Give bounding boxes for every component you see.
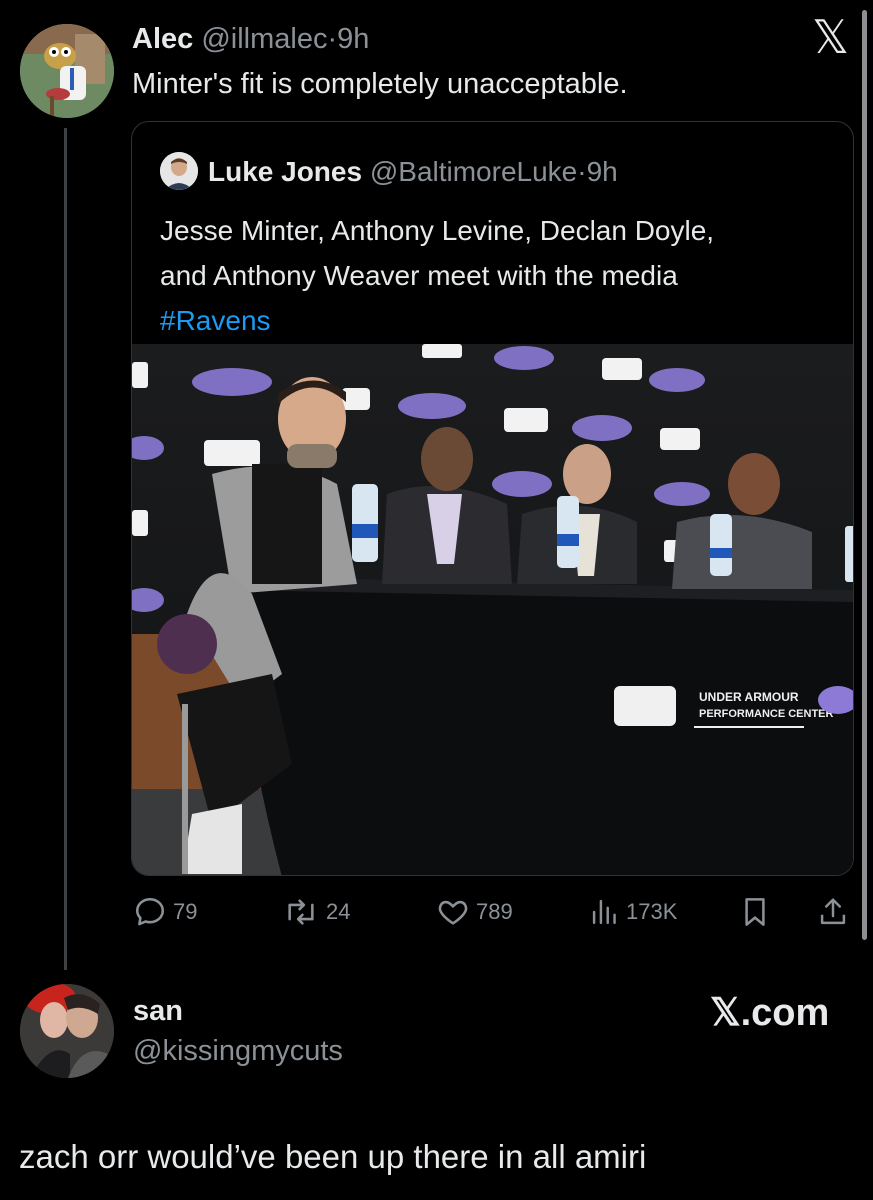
avatar-alec[interactable]: [20, 24, 114, 118]
tweet-header: Alec @illmalec·9h: [132, 23, 369, 56]
x-com-watermark: 𝕏.com: [710, 992, 830, 1034]
quote-text: Jesse Minter, Anthony Levine, Declan Doy…: [160, 208, 714, 343]
views-icon: [592, 899, 616, 925]
views-action[interactable]: 173K: [590, 895, 677, 929]
repost-action[interactable]: 24: [282, 895, 350, 929]
quote-author-handle[interactable]: @BaltimoreLuke: [370, 156, 577, 187]
share-action[interactable]: [818, 895, 848, 929]
quoted-tweet-card[interactable]: Luke Jones @BaltimoreLuke·9h Jesse Minte…: [131, 121, 854, 876]
avatar-san-image: [20, 984, 114, 1078]
repost-count: 24: [326, 899, 351, 924]
reply-action[interactable]: 79: [133, 895, 197, 929]
scrollbar[interactable]: [862, 10, 867, 940]
like-action[interactable]: 789: [436, 895, 513, 929]
reply-icon: [135, 897, 165, 926]
banner-text-line1: UNDER ARMOUR: [699, 690, 799, 704]
reply-author-handle[interactable]: @kissingmycuts: [133, 1035, 343, 1068]
tweet-time[interactable]: 9h: [337, 23, 369, 55]
quote-header: Luke Jones @BaltimoreLuke·9h: [208, 156, 618, 188]
share-icon: [820, 898, 846, 925]
press-conference-photo[interactable]: UNDER ARMOUR PERFORMANCE CENTER: [132, 344, 853, 875]
author-handle[interactable]: @illmalec: [201, 23, 327, 55]
banner-text-line2: PERFORMANCE CENTER: [699, 708, 834, 720]
avatar-alec-image: [20, 24, 114, 118]
bookmark-icon: [745, 898, 765, 926]
quote-hashtag[interactable]: #Ravens: [160, 298, 714, 343]
quote-text-line2: and Anthony Weaver meet with the media: [160, 260, 678, 291]
tweet-text: Minter's fit is completely unacceptable.: [132, 68, 628, 100]
header-separator: ·: [327, 23, 338, 55]
bookmark-action[interactable]: [741, 895, 769, 929]
reply-count: 79: [173, 899, 198, 924]
avatar-luke-image: [160, 152, 198, 190]
photo-illustration: UNDER ARMOUR PERFORMANCE CENTER: [132, 344, 853, 875]
like-count: 789: [476, 899, 513, 924]
avatar-san[interactable]: [20, 984, 114, 1078]
quote-author-name[interactable]: Luke Jones: [208, 156, 362, 187]
thread-line: [64, 128, 67, 970]
x-logo-icon[interactable]: 𝕏: [812, 14, 849, 60]
quote-separator: ·: [577, 156, 587, 187]
views-count: 173K: [626, 899, 678, 924]
quote-text-line1: Jesse Minter, Anthony Levine, Declan Doy…: [160, 215, 715, 246]
author-name[interactable]: Alec: [132, 23, 193, 55]
heart-icon: [438, 900, 468, 925]
reply-text: zach orr would’ve been up there in all a…: [19, 1138, 647, 1175]
repost-icon: [288, 899, 314, 925]
reply-author-name[interactable]: san: [133, 995, 183, 1028]
quote-time[interactable]: 9h: [587, 156, 618, 187]
avatar-luke[interactable]: [160, 152, 198, 190]
